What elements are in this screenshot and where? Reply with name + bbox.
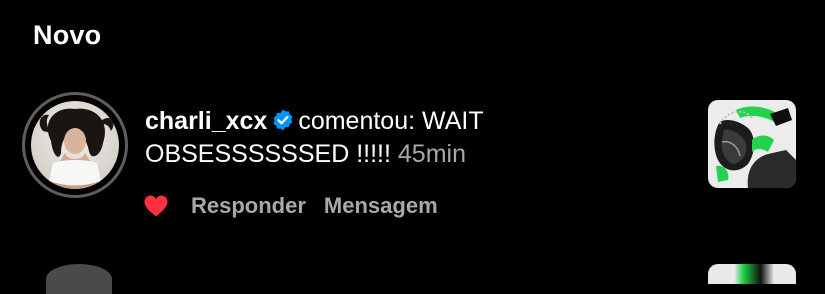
section-title: Novo — [33, 20, 102, 50]
message-button[interactable]: Mensagem — [324, 193, 438, 219]
reply-button[interactable]: Responder — [191, 193, 306, 219]
avatar-image — [31, 101, 119, 189]
post-thumbnail[interactable] — [708, 100, 796, 188]
post-thumbnail-image — [708, 100, 796, 188]
notification-actions: Responder Mensagem — [143, 192, 456, 220]
username-link[interactable]: charli_xcx — [145, 107, 267, 135]
next-notification-thumbnail — [708, 264, 796, 284]
notification-text: charli_xcx comentou: WAIT OBSESSSSSSED !!… — [145, 105, 685, 171]
notification-item[interactable]: charli_xcx comentou: WAIT OBSESSSSSSED !!… — [0, 90, 825, 230]
heart-filled-icon[interactable] — [143, 194, 169, 218]
next-notification-avatar — [46, 264, 112, 294]
notification-verb: comentou: — [298, 107, 416, 135]
avatar[interactable] — [22, 92, 128, 198]
timestamp: 45min — [397, 140, 466, 168]
verified-badge-icon — [273, 109, 293, 131]
